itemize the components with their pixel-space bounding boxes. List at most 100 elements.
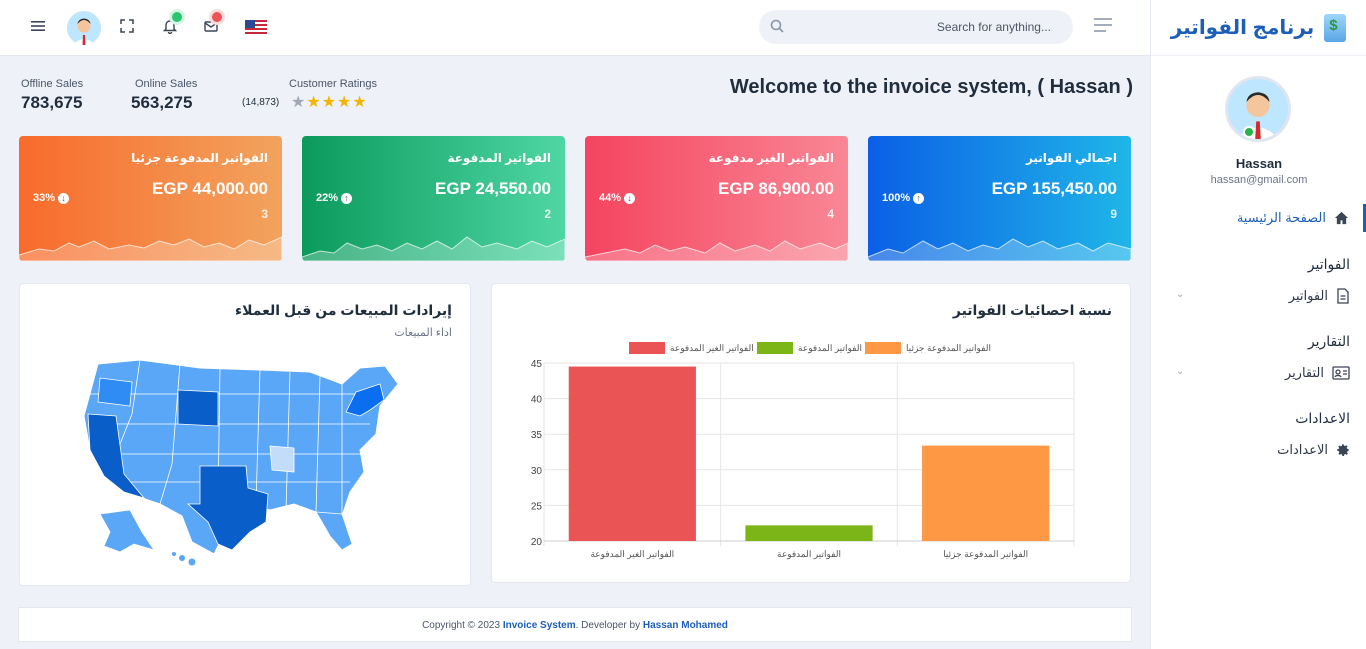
sidebar-item-label: الفواتير: [1288, 288, 1328, 303]
y-tick-label: 35: [531, 430, 543, 441]
section-title-invoices: الفواتير: [1307, 256, 1350, 272]
sidebar: برنامج الفواتير Hassan hassan@gmail.com …: [1150, 0, 1366, 649]
search-icon: [770, 19, 784, 33]
rating-stars: ★ ★ ★ ★ ★: [291, 95, 367, 111]
search-input[interactable]: Search for anything...: [937, 20, 1051, 34]
footer-system-link[interactable]: Invoice System: [503, 620, 576, 631]
x-tick-label: الفواتير الغير المدفوعة: [590, 549, 674, 560]
notification-badge: [172, 12, 182, 22]
panel-subtitle: اداء المبيعات: [394, 327, 452, 339]
percent-value: 100%: [882, 192, 911, 204]
sidebar-item-label: التقارير: [1284, 365, 1324, 380]
y-tick-label: 45: [531, 359, 543, 370]
y-tick-label: 40: [531, 395, 543, 406]
sidebar-item-reports[interactable]: التقارير ⌄: [1150, 360, 1366, 386]
section-title-settings: الاعدادات: [1295, 410, 1350, 426]
star-icon: ★: [352, 94, 367, 111]
y-tick-label: 25: [531, 501, 543, 512]
invoice-logo-icon: [1324, 13, 1347, 42]
footer: Copyright © 2023 Invoice System. Develop…: [18, 607, 1132, 642]
card-amount: EGP 44,000.00: [152, 179, 268, 198]
card-paid[interactable]: الفواتير المدفوعة EGP 24,550.00 22% ↑ 2: [302, 136, 565, 261]
legend-label: الفواتير المدفوعة: [798, 343, 862, 354]
sidebar-item-home[interactable]: الصفحة الرئيسية: [1150, 204, 1366, 232]
card-unpaid[interactable]: الفواتير الغير مدفوعة EGP 86,900.00 44% ↓…: [585, 136, 848, 261]
star-icon: ★: [321, 94, 337, 111]
profile-email: hassan@gmail.com: [1210, 174, 1308, 186]
home-icon: [1334, 211, 1349, 225]
footer-developer-link[interactable]: Hassan Mohamed: [643, 620, 728, 631]
hamburger-menu-icon[interactable]: [28, 18, 48, 38]
card-title: الفواتير المدفوعة: [447, 151, 551, 165]
card-amount: EGP 86,900.00: [718, 179, 834, 198]
arrow-down-circle-icon: ↓: [624, 192, 636, 204]
y-tick-label: 30: [531, 466, 543, 477]
card-sparkline: [585, 240, 848, 261]
chevron-down-icon: ⌄: [1176, 366, 1185, 377]
mail-badge: [212, 12, 222, 22]
footer-developer-prefix: . Developer by: [575, 620, 641, 631]
profile-avatar: [1225, 76, 1291, 142]
usa-map: [83, 359, 399, 566]
gear-icon: [1337, 444, 1349, 456]
customer-ratings-stat: Customer Ratings: [289, 78, 377, 90]
arrow-up-circle-icon: ↑: [341, 192, 353, 204]
x-tick-label: الفواتير المدفوعة: [777, 549, 841, 560]
legend-label: الفواتير الغير المدفوعة: [670, 343, 754, 354]
legend-swatch: [757, 342, 793, 354]
sidebar-item-invoices[interactable]: الفواتير ⌄: [1150, 283, 1366, 309]
card-percent: 22% ↑: [316, 192, 353, 204]
fullscreen-icon[interactable]: [117, 18, 137, 38]
star-icon: ★: [306, 94, 321, 111]
offline-sales-stat: Offline Sales 783,675: [21, 78, 83, 113]
card-count: 3: [261, 207, 268, 221]
section-title-reports: التقارير: [1307, 333, 1350, 349]
legend-swatch: [629, 342, 665, 354]
footer-copyright: Copyright © 2023: [422, 620, 501, 631]
stat-label: Online Sales: [135, 78, 198, 90]
card-amount: EGP 24,550.00: [435, 179, 551, 198]
chart-panel: نسبة احصائيات الفواتير الفواتير الغير ال…: [491, 283, 1131, 583]
arrow-down-circle-icon: ↓: [58, 192, 70, 204]
star-icon: ★: [291, 94, 306, 111]
avatar[interactable]: [67, 11, 101, 45]
align-right-menu-icon[interactable]: [1094, 18, 1116, 36]
bar: [745, 525, 873, 541]
star-icon: ★: [337, 94, 352, 111]
sidebar-item-label: الصفحة الرئيسية: [1236, 210, 1326, 225]
id-card-icon: [1332, 366, 1350, 380]
search-bar[interactable]: Search for anything...: [759, 10, 1073, 44]
card-amount: EGP 155,450.00: [991, 179, 1117, 198]
bar: [568, 366, 696, 541]
map-panel: إيرادات المبيعات من قبل العملاء اداء الم…: [19, 283, 471, 586]
us-flag-icon[interactable]: [245, 20, 267, 35]
ratings-count: (14,873): [242, 97, 280, 108]
card-percent: 44% ↓: [599, 192, 636, 204]
card-count: 4: [827, 207, 834, 221]
sidebar-item-label: الاعدادات: [1277, 442, 1328, 457]
x-tick-label: الفواتير المدفوعة جزئيا: [943, 549, 1028, 560]
stat-value: 783,675: [21, 93, 83, 112]
card-title: الفواتير المدفوعة جزئيا: [131, 151, 268, 165]
percent-value: 44%: [599, 192, 622, 204]
percent-value: 22%: [316, 192, 339, 204]
brand-title: برنامج الفواتير: [1170, 17, 1315, 39]
legend-label: الفواتير المدفوعة جزئيا: [906, 343, 991, 354]
arrow-up-circle-icon: ↑: [913, 192, 925, 204]
stat-value: 563,275: [131, 93, 193, 112]
card-title: اجمالي الفواتير: [1025, 151, 1117, 165]
profile-name: Hassan: [1235, 156, 1283, 171]
y-tick-label: 20: [531, 537, 543, 548]
card-total[interactable]: اجمالي الفواتير EGP 155,450.00 100% ↑ 9: [868, 136, 1131, 261]
card-title: الفواتير الغير مدفوعة: [708, 151, 834, 165]
card-sparkline: [302, 236, 565, 261]
sidebar-item-settings[interactable]: الاعدادات: [1150, 437, 1366, 463]
panel-title: إيرادات المبيعات من قبل العملاء: [234, 302, 452, 318]
chevron-down-icon: ⌄: [1176, 289, 1185, 300]
card-percent: 33% ↓: [33, 192, 70, 204]
stat-label: Customer Ratings: [289, 78, 378, 90]
card-partially-paid[interactable]: الفواتير المدفوعة جزئيا EGP 44,000.00 33…: [19, 136, 282, 261]
card-percent: 100% ↑: [882, 192, 925, 204]
card-count: 9: [1110, 207, 1117, 221]
brand[interactable]: برنامج الفواتير: [1151, 0, 1366, 56]
